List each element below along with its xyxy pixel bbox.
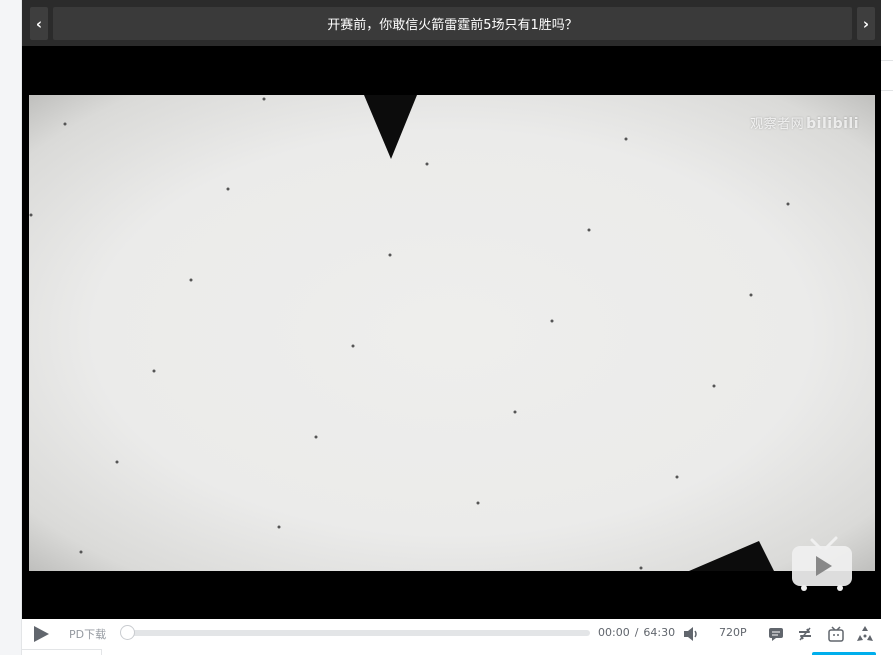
fullscreen-icon[interactable] <box>856 625 874 643</box>
progress-knob[interactable] <box>120 625 135 640</box>
time-display: 00:00 / 64:30 <box>598 626 675 639</box>
time-separator: / <box>634 626 639 639</box>
divider <box>881 60 893 61</box>
duration: 64:30 <box>643 626 676 639</box>
video-frame[interactable]: 观察者网 bilibili <box>29 95 875 571</box>
prev-video-button[interactable]: ‹ <box>30 7 48 40</box>
film-scratches <box>29 95 790 571</box>
quality-selector[interactable]: 720P <box>719 626 747 639</box>
next-video-button[interactable]: › <box>857 7 875 40</box>
play-icon[interactable] <box>32 625 50 643</box>
progress-bar[interactable] <box>120 625 590 640</box>
download-button[interactable]: PD下载 <box>69 626 106 642</box>
dust-specks <box>29 97 790 570</box>
right-edge-panel <box>881 0 893 655</box>
bottom-tab[interactable] <box>22 649 102 655</box>
danmaku-icon[interactable] <box>767 625 785 643</box>
title-bar: ‹ 开赛前，你敢信火箭雷霆前5场只有1胜吗？ › <box>22 0 881 46</box>
video-watermark: 观察者网 bilibili <box>750 113 859 132</box>
dark-shape-top <box>364 95 417 159</box>
current-time: 00:00 <box>598 626 630 639</box>
player-controls: PD下载 00:00 / 64:30 720P <box>22 619 881 649</box>
bilibili-logo: bilibili <box>806 116 859 132</box>
bilibili-tv-icon[interactable] <box>790 536 854 592</box>
video-title: 开赛前，你敢信火箭雷霆前5场只有1胜吗？ <box>327 18 578 33</box>
page: ‹ 开赛前，你敢信火箭雷霆前5场只有1胜吗？ › 观察者网 bilibili P… <box>0 0 893 655</box>
divider <box>881 90 893 91</box>
watermark-text: 观察者网 <box>750 117 805 132</box>
bottom-strip <box>22 649 881 655</box>
video-title-box: 开赛前，你敢信火箭雷霆前5场只有1胜吗？ <box>53 7 852 40</box>
loop-icon[interactable] <box>796 625 814 643</box>
video-player[interactable]: 观察者网 bilibili <box>22 46 881 619</box>
left-gutter <box>0 0 22 655</box>
dark-shape-bottom <box>689 541 774 571</box>
bilibili-tv-small-icon[interactable] <box>827 625 845 643</box>
volume-icon[interactable] <box>682 625 700 643</box>
